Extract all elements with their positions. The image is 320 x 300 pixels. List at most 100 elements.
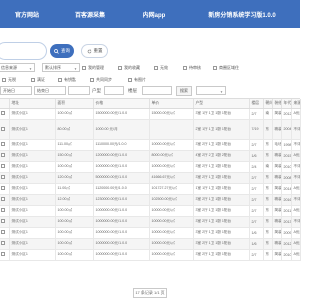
- checkbox-box[interactable]: [118, 66, 122, 70]
- filter-checkbox-business-area[interactable]: 商圈区域住: [213, 63, 239, 73]
- chevron-down-icon: ▼: [74, 66, 77, 71]
- checkbox-box[interactable]: [90, 78, 94, 82]
- cell-year: 2012: [281, 238, 292, 250]
- filter-checkbox-invalid[interactable]: 无效: [154, 63, 168, 73]
- cell-price: 1000000.00元/1.0.0: [93, 161, 150, 173]
- cell-source: A优秀房: [291, 249, 301, 261]
- cell-orient: 东: [263, 249, 273, 261]
- cell-address: 测试小区1: [9, 227, 56, 239]
- filter-checkbox-has-key[interactable]: 有钥匙: [58, 75, 76, 85]
- cell-source: A优秀房: [291, 205, 301, 217]
- filter-checkbox-no-tax[interactable]: 无税: [2, 75, 16, 85]
- table-row[interactable]: 测试小区1 80.00㎡ 1000.00 元/月 2室 1厅 1卫 1厨 1阳台 7/1…: [0, 119, 301, 140]
- filter-checkbox-full-certificate[interactable]: 满证: [31, 75, 45, 85]
- checkbox-box[interactable]: [82, 66, 86, 70]
- reset-button[interactable]: 重置: [81, 44, 108, 58]
- table-row[interactable]: 测试小区1 100.00㎡ 1500000.00元/1.0.0 15000.00元/㎡…: [0, 108, 301, 120]
- checkbox-box[interactable]: [2, 78, 6, 82]
- checkbox-box[interactable]: [31, 78, 35, 82]
- row-checkbox[interactable]: [1, 186, 5, 190]
- filter-checkbox-my-favorites[interactable]: 我的收藏: [118, 63, 140, 73]
- cell-year: 2010: [281, 161, 292, 173]
- floor-field[interactable]: [142, 86, 172, 95]
- checkbox-box[interactable]: [213, 66, 217, 70]
- row-checkbox-cell[interactable]: [0, 249, 10, 261]
- row-checkbox[interactable]: [1, 126, 5, 131]
- cell-address: 测试小区1: [9, 150, 56, 162]
- table-row[interactable]: 测试小区1 100.00㎡ 1000000.00元/1.0.0 10000.00元/㎡…: [0, 249, 301, 261]
- pagination-info[interactable]: 17 条记录 1/1 页: [133, 288, 167, 298]
- cell-floor: 2/7: [249, 183, 264, 195]
- nav-intranet-app[interactable]: 内网app: [126, 10, 182, 19]
- checkbox-box[interactable]: [183, 66, 187, 70]
- table-row[interactable]: 测试小区1 111.00㎡ 1110000.00元/1.0.0 10000.00元/㎡…: [0, 139, 301, 151]
- table-row[interactable]: 测试小区1 12.00㎡ 1230000.00元/1.0.0 102500.00元/㎡…: [0, 194, 301, 206]
- row-checkbox-cell[interactable]: [0, 172, 10, 184]
- row-checkbox-cell[interactable]: [0, 216, 10, 228]
- cell-address: 测试小区1: [9, 119, 56, 140]
- filter-checkbox-has-image[interactable]: 有图片: [128, 75, 146, 85]
- start-date-field[interactable]: 开始日: [0, 86, 32, 95]
- cell-area: 100.00㎡: [55, 205, 94, 217]
- table-row[interactable]: 测试小区1 100.00㎡ 1000000.00元/1.0.0 10000.00元/㎡…: [0, 238, 301, 250]
- cell-orient: 东: [263, 119, 273, 140]
- table-row[interactable]: 测试小区1 100.00㎡ 1000000.00元/1.0.0 10000.00元/㎡…: [0, 205, 301, 217]
- checkbox-box[interactable]: [154, 66, 158, 70]
- end-date-field[interactable]: 结束日: [34, 86, 66, 95]
- search-button[interactable]: 查询: [50, 44, 74, 58]
- cell-layout: 3室 2厅 1卫 1厨 1阳台: [193, 249, 250, 261]
- checkbox-box[interactable]: [58, 78, 62, 82]
- row-checkbox[interactable]: [1, 230, 5, 234]
- row-checkbox[interactable]: [1, 197, 5, 201]
- row-checkbox[interactable]: [1, 208, 5, 212]
- type-min-field[interactable]: [68, 86, 90, 95]
- cell-unit: 10000.00元/㎡: [149, 139, 194, 151]
- row-checkbox[interactable]: [1, 219, 5, 223]
- filter-checkbox-sync[interactable]: 共同同步: [90, 75, 112, 85]
- row-checkbox-cell[interactable]: [0, 183, 10, 195]
- cell-unit: 41666.67元/㎡: [149, 172, 194, 184]
- table-row[interactable]: 测试小区1 100.00㎡ 1000000.00元/1.0.0 10000.00元/㎡…: [0, 216, 301, 228]
- table-row[interactable]: 测试小区1 100.00㎡ 1000000.00元/1.0.0 10000.00元/㎡…: [0, 227, 301, 239]
- checkbox-label: 有图片: [134, 77, 146, 82]
- row-checkbox[interactable]: [1, 241, 5, 245]
- row-checkbox-cell[interactable]: [0, 205, 10, 217]
- row-checkbox[interactable]: [1, 175, 5, 179]
- row-checkbox[interactable]: [1, 111, 5, 115]
- type-max-field[interactable]: [104, 86, 124, 95]
- header-floor: 楼层: [249, 99, 264, 109]
- filter-search-button[interactable]: 搜索: [176, 86, 192, 96]
- nav-collector[interactable]: 百客源采集: [54, 10, 126, 19]
- nav-official-site[interactable]: 官方网站: [0, 10, 54, 19]
- search-input[interactable]: [0, 42, 47, 60]
- filter-checkbox-my-managed[interactable]: 我的管理: [82, 63, 104, 73]
- table-row[interactable]: 测试小区1 11.00㎡ 1120000.00元/1.0.0 101727.27元/㎡…: [0, 183, 301, 195]
- table-row[interactable]: 测试小区1 100.00㎡ 1000000.00元/1.0.0 10000.00元/㎡…: [0, 161, 301, 173]
- row-checkbox-cell[interactable]: [0, 108, 10, 120]
- row-checkbox-cell[interactable]: [0, 161, 10, 173]
- filter-checkbox-pending[interactable]: 待审核: [183, 63, 201, 73]
- chevron-down-icon: ▼: [220, 89, 223, 94]
- row-checkbox[interactable]: [1, 153, 5, 157]
- row-checkbox-cell[interactable]: [0, 238, 10, 250]
- source-select[interactable]: 信息来源 ▼: [0, 63, 35, 72]
- table-row[interactable]: 测试小区1 150.00㎡ 1200000.00元/1.0.0 8000.00元/㎡ 4…: [0, 150, 301, 162]
- table-row[interactable]: 测试小区1 120.00㎡ 5000000.00元/1.0.0 41666.67元/㎡…: [0, 172, 301, 184]
- cell-floor: 2/7: [249, 108, 264, 120]
- sort-select[interactable]: 默认排序 ▼: [42, 63, 80, 72]
- search-button-label: 查询: [61, 48, 70, 53]
- row-checkbox[interactable]: [1, 164, 5, 168]
- row-checkbox-cell[interactable]: [0, 119, 10, 140]
- row-checkbox-cell[interactable]: [0, 227, 10, 239]
- checkbox-box[interactable]: [128, 78, 132, 82]
- cell-price: 1000000.00元/1.0.0: [93, 205, 150, 217]
- row-checkbox[interactable]: [1, 252, 5, 256]
- row-checkbox-cell[interactable]: [0, 139, 10, 151]
- cell-layout: 3室 2厅 1卫 1厨 1阳台: [193, 194, 250, 206]
- nav-distribution-system[interactable]: 新房分销系统学习版1.0.0: [182, 10, 292, 19]
- cell-source: A优秀房: [291, 150, 301, 162]
- extra-select[interactable]: ▼: [196, 86, 226, 95]
- row-checkbox-cell[interactable]: [0, 150, 10, 162]
- row-checkbox-cell[interactable]: [0, 194, 10, 206]
- row-checkbox[interactable]: [1, 142, 5, 146]
